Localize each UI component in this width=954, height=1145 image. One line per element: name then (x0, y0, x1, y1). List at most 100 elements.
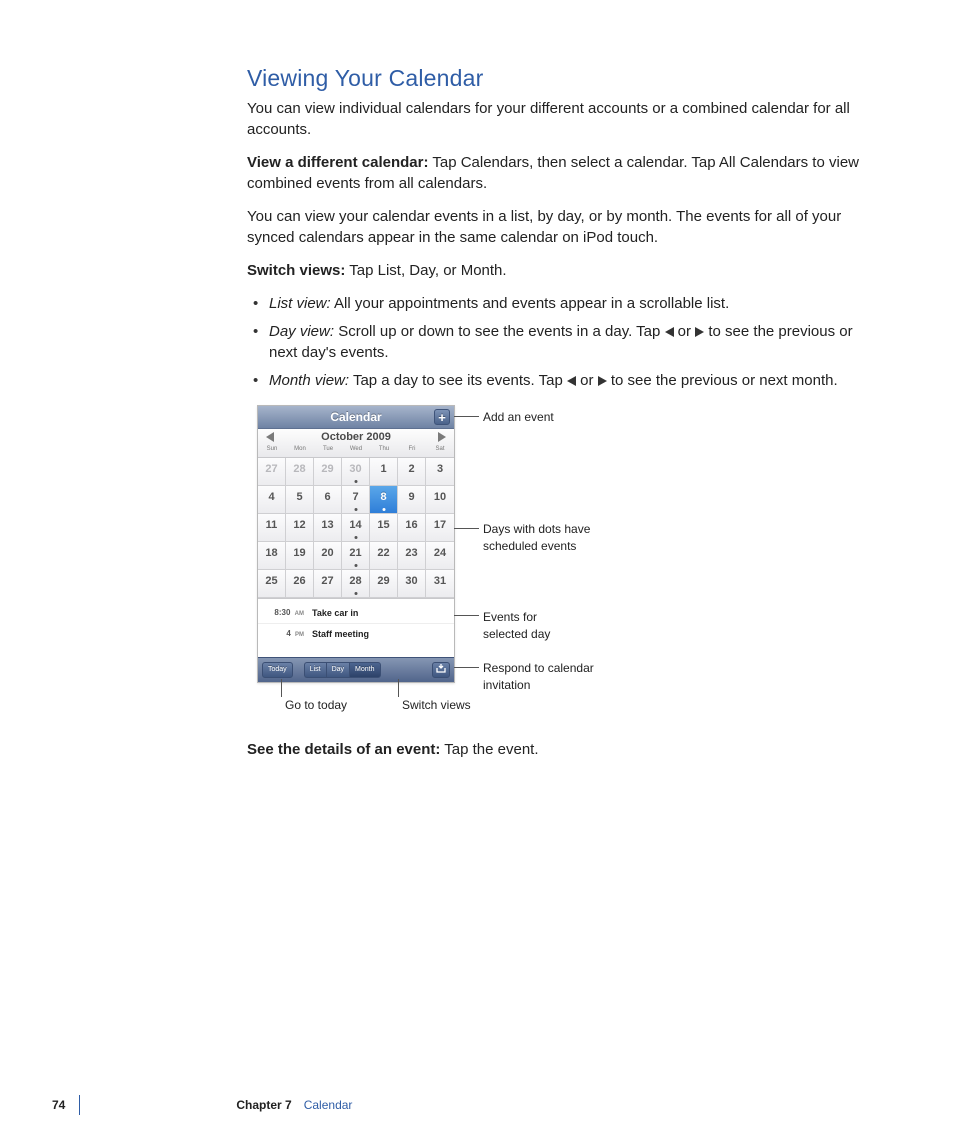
dow-label: Thu (370, 445, 398, 457)
see-details-lead: See the details of an event: (247, 741, 440, 758)
event-row[interactable]: 8:30 AMTake car in (258, 603, 454, 623)
calendar-day-cell[interactable]: 2 (398, 458, 426, 486)
calendar-day-cell[interactable]: 5 (286, 486, 314, 514)
switch-views-body: Tap List, Day, or Month. (345, 262, 506, 279)
calendar-day-cell[interactable]: 31 (426, 570, 454, 598)
calendar-day-cell[interactable]: 26 (286, 570, 314, 598)
calendar-day-cell[interactable]: 8 (370, 486, 398, 514)
triangle-right-icon (695, 327, 704, 337)
calendar-day-cell[interactable]: 21 (342, 542, 370, 570)
section-heading: Viewing Your Calendar (247, 62, 862, 94)
callout-today: Go to today (285, 697, 347, 714)
list-view-item: List view: All your appointments and eve… (247, 293, 862, 314)
prev-month-button[interactable] (266, 432, 274, 442)
event-dot-icon (354, 536, 357, 539)
view-different-lead: View a different calendar: (247, 154, 428, 171)
calendar-day-cell[interactable]: 11 (258, 514, 286, 542)
view-segmented-control[interactable]: List Day Month (304, 662, 381, 678)
calendar-day-cell[interactable]: 1 (370, 458, 398, 486)
inbox-icon (436, 663, 446, 673)
next-month-button[interactable] (438, 432, 446, 442)
calendar-day-cell[interactable]: 19 (286, 542, 314, 570)
triangle-left-icon (665, 327, 674, 337)
calendar-day-cell[interactable]: 22 (370, 542, 398, 570)
calendar-day-cell[interactable]: 9 (398, 486, 426, 514)
dow-label: Sat (426, 445, 454, 457)
day-view-body2: or (674, 323, 696, 340)
calendar-grid[interactable]: 2728293012345678910111213141516171819202… (258, 458, 454, 598)
calendar-day-cell[interactable]: 17 (426, 514, 454, 542)
footer-divider (79, 1095, 80, 1115)
calendar-day-cell[interactable]: 12 (286, 514, 314, 542)
events-pane[interactable]: 8:30 AMTake car in4 PMStaff meeting (258, 598, 454, 657)
view-list: List view: All your appointments and eve… (247, 293, 862, 391)
event-dot-icon (354, 564, 357, 567)
calendar-day-cell[interactable]: 27 (314, 570, 342, 598)
event-row[interactable]: 4 PMStaff meeting (258, 623, 454, 644)
calendar-day-cell[interactable]: 18 (258, 542, 286, 570)
event-time: 8:30 AM (264, 607, 304, 618)
view-different-paragraph: View a different calendar: Tap Calendars… (247, 152, 862, 194)
dow-label: Sun (258, 445, 286, 457)
callout-switch: Switch views (402, 697, 471, 714)
switch-views-paragraph: Switch views: Tap List, Day, or Month. (247, 260, 862, 281)
event-time: 4 PM (264, 628, 304, 639)
calendar-day-cell[interactable]: 30 (342, 458, 370, 486)
calendar-day-cell[interactable]: 20 (314, 542, 342, 570)
month-view-body1: Tap a day to see its events. Tap (349, 372, 567, 389)
event-dot-icon (354, 508, 357, 511)
calendar-day-cell[interactable]: 4 (258, 486, 286, 514)
calendar-day-cell[interactable]: 24 (426, 542, 454, 570)
calendar-day-cell[interactable]: 13 (314, 514, 342, 542)
dow-label: Tue (314, 445, 342, 457)
add-event-button[interactable]: + (434, 409, 450, 425)
dow-label: Wed (342, 445, 370, 457)
chapter-title: Calendar (304, 1097, 353, 1114)
chapter-label: Chapter 7 (236, 1097, 291, 1114)
list-view-body: All your appointments and events appear … (331, 295, 730, 312)
calendar-day-cell[interactable]: 6 (314, 486, 342, 514)
calendar-figure: Calendar + October 2009 SunMonTueWedThuF… (257, 405, 837, 715)
calendar-day-cell[interactable]: 29 (314, 458, 342, 486)
dow-label: Fri (398, 445, 426, 457)
event-dot-icon (354, 592, 357, 595)
day-view-item: Day view: Scroll up or down to see the e… (247, 321, 862, 363)
day-tab[interactable]: Day (326, 662, 349, 678)
month-view-body2: or (576, 372, 598, 389)
see-details-paragraph: See the details of an event: Tap the eve… (247, 739, 862, 760)
today-button[interactable]: Today (262, 662, 293, 678)
intro-paragraph: You can view individual calendars for yo… (247, 98, 862, 140)
month-tab[interactable]: Month (349, 662, 380, 678)
calendar-day-cell[interactable]: 3 (426, 458, 454, 486)
month-view-lead: Month view: (269, 372, 349, 389)
day-view-body1: Scroll up or down to see the events in a… (334, 323, 664, 340)
triangle-right-icon (598, 376, 607, 386)
invitation-inbox-button[interactable] (432, 662, 450, 678)
month-view-body3: to see the previous or next month. (607, 372, 838, 389)
callout-dots: Days with dots have scheduled events (483, 521, 593, 555)
calendar-day-cell[interactable]: 28 (286, 458, 314, 486)
month-view-item: Month view: Tap a day to see its events.… (247, 370, 862, 391)
calendar-day-cell[interactable]: 16 (398, 514, 426, 542)
bottom-toolbar: Today List Day Month (258, 657, 454, 682)
calendar-day-cell[interactable]: 15 (370, 514, 398, 542)
calendar-day-cell[interactable]: 23 (398, 542, 426, 570)
calendar-day-cell[interactable]: 25 (258, 570, 286, 598)
calendar-day-cell[interactable]: 14 (342, 514, 370, 542)
day-view-lead: Day view: (269, 323, 334, 340)
list-tab[interactable]: List (304, 662, 326, 678)
calendar-day-cell[interactable]: 29 (370, 570, 398, 598)
see-details-body: Tap the event. (440, 741, 538, 758)
calendar-day-cell[interactable]: 7 (342, 486, 370, 514)
dow-label: Mon (286, 445, 314, 457)
page-footer: 74 Chapter 7 Calendar (52, 1095, 352, 1115)
calendar-screenshot: Calendar + October 2009 SunMonTueWedThuF… (257, 405, 455, 683)
event-dot-icon (354, 480, 357, 483)
calendar-day-cell[interactable]: 30 (398, 570, 426, 598)
calendar-day-cell[interactable]: 10 (426, 486, 454, 514)
calendar-day-cell[interactable]: 27 (258, 458, 286, 486)
calendar-day-cell[interactable]: 28 (342, 570, 370, 598)
app-titlebar: Calendar + (258, 406, 454, 429)
switch-views-lead: Switch views: (247, 262, 345, 279)
views-paragraph: You can view your calendar events in a l… (247, 206, 862, 248)
